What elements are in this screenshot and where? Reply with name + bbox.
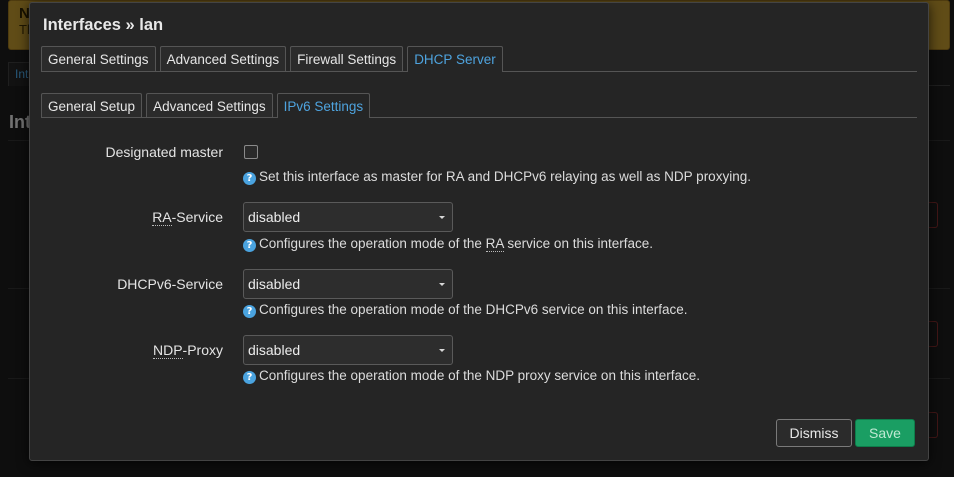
designated-master-checkbox[interactable] (244, 145, 258, 159)
help-icon: ? (243, 239, 256, 252)
tab-general-settings[interactable]: General Settings (41, 46, 156, 71)
subtab-general-setup[interactable]: General Setup (41, 93, 143, 117)
primary-tabbar: General Settings Advanced Settings Firew… (41, 46, 917, 72)
tab-advanced-settings[interactable]: Advanced Settings (159, 46, 287, 71)
interface-modal: Interfaces » lan General Settings Advanc… (29, 2, 929, 461)
ra-help-abbr: RA (485, 236, 504, 252)
chevron-down-icon (439, 216, 445, 219)
ra-service-label-rest: -Service (171, 209, 223, 225)
save-button[interactable]: Save (855, 419, 915, 447)
ndp-proxy-value: disabled (248, 342, 301, 358)
help-icon: ? (243, 371, 256, 384)
ra-abbr: RA (152, 209, 172, 226)
ndp-proxy-help: ? Configures the operation mode of the ND… (243, 368, 700, 384)
chevron-down-icon (439, 349, 445, 352)
dhcpv6-service-value: disabled (248, 276, 301, 292)
ra-service-label: RA-Service (152, 209, 223, 226)
ndp-abbr: NDP (152, 342, 183, 359)
designated-master-help: ? Set this interface as master for RA and… (243, 169, 751, 185)
dhcpv6-service-select[interactable]: disabled (243, 269, 453, 299)
ndp-proxy-select[interactable]: disabled (243, 335, 453, 365)
ndp-proxy-label: NDP-Proxy (152, 342, 223, 359)
dhcpv6-service-label: DHCPv6-Service (117, 276, 223, 292)
ra-service-help-pre: Configures the operation mode of the (259, 236, 486, 251)
designated-master-label: Designated master (105, 144, 223, 160)
ra-service-select[interactable]: disabled (243, 202, 453, 232)
dismiss-button[interactable]: Dismiss (776, 419, 852, 447)
tab-dhcp-server[interactable]: DHCP Server (407, 46, 503, 72)
subtab-ipv6-settings[interactable]: IPv6 Settings (276, 93, 371, 118)
dhcpv6-service-help: ? Configures the operation mode of the DH… (243, 302, 687, 318)
modal-title: Interfaces » lan (43, 16, 164, 34)
secondary-tabbar: General Setup Advanced Settings IPv6 Set… (41, 93, 917, 118)
ndp-proxy-label-rest: -Proxy (182, 342, 223, 358)
subtab-advanced-settings[interactable]: Advanced Settings (146, 93, 273, 117)
designated-master-help-text: Set this interface as master for RA and … (259, 169, 751, 184)
tab-firewall-settings[interactable]: Firewall Settings (290, 46, 404, 71)
ra-service-help: ? Configures the operation mode of the RA… (243, 236, 653, 252)
help-icon: ? (243, 305, 256, 318)
help-icon: ? (243, 172, 256, 185)
ndp-proxy-help-text: Configures the operation mode of the NDP… (259, 368, 700, 383)
dhcpv6-service-help-text: Configures the operation mode of the DHC… (259, 302, 688, 317)
ra-service-value: disabled (248, 209, 301, 225)
ra-service-help-post: service on this interface. (503, 236, 653, 251)
chevron-down-icon (439, 283, 445, 286)
